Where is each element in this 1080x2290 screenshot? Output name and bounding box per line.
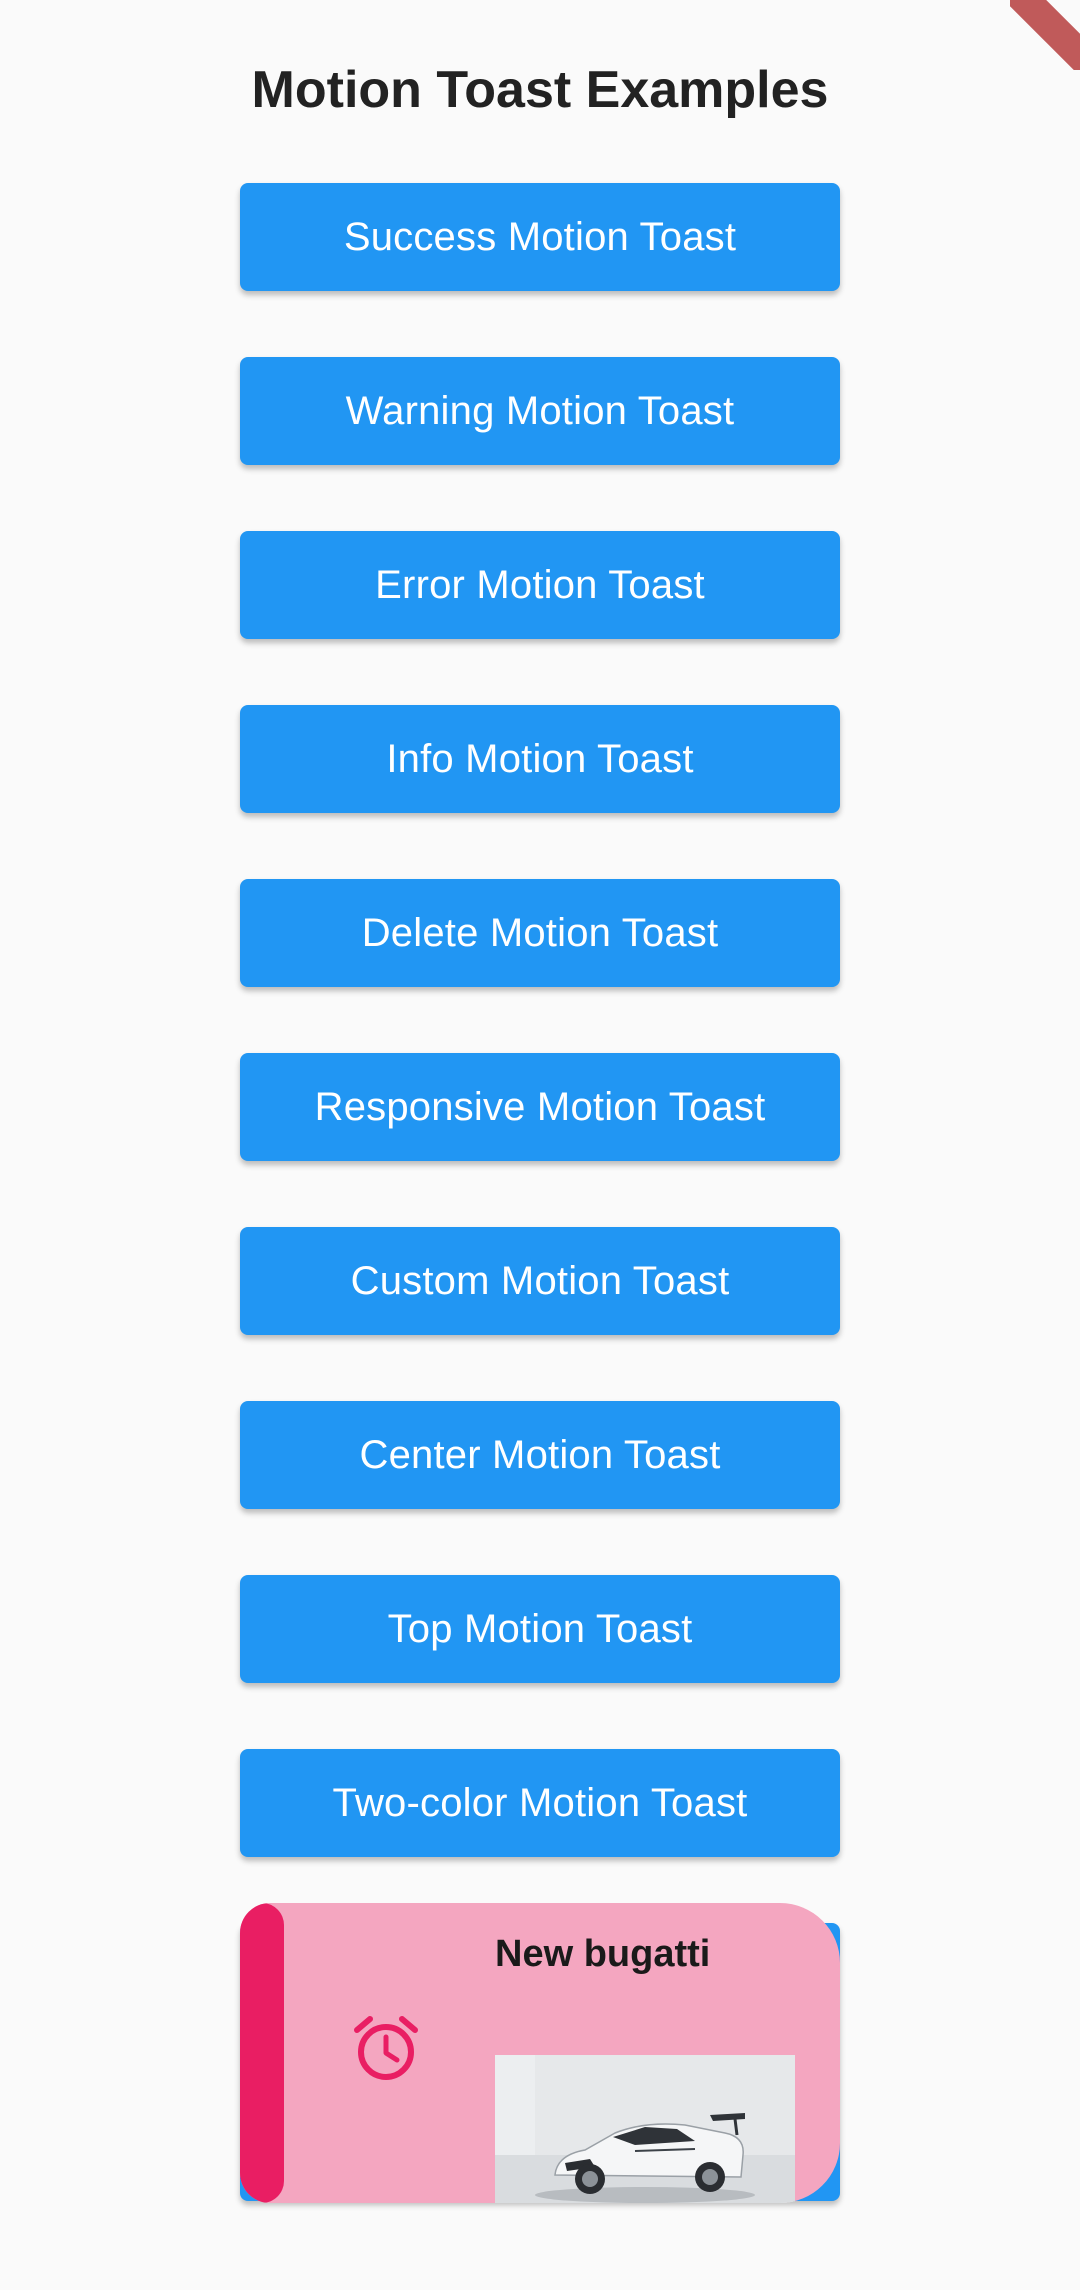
- error-motion-toast-button[interactable]: Error Motion Toast: [240, 531, 840, 639]
- car-image: [495, 2055, 795, 2203]
- custom-motion-toast-button[interactable]: Custom Motion Toast: [240, 1227, 840, 1335]
- responsive-motion-toast-button[interactable]: Responsive Motion Toast: [240, 1053, 840, 1161]
- two-color-motion-toast-button[interactable]: Two-color Motion Toast: [240, 1749, 840, 1857]
- warning-motion-toast-button[interactable]: Warning Motion Toast: [240, 357, 840, 465]
- toast-card: New bugatti: [240, 1903, 840, 2203]
- success-motion-toast-button[interactable]: Success Motion Toast: [240, 183, 840, 291]
- motion-toast: New bugatti: [240, 1903, 840, 2203]
- page-title: Motion Toast Examples: [251, 61, 829, 119]
- toast-title: New bugatti: [495, 1933, 711, 1975]
- info-motion-toast-button[interactable]: Info Motion Toast: [240, 705, 840, 813]
- delete-motion-toast-button[interactable]: Delete Motion Toast: [240, 879, 840, 987]
- center-motion-toast-button[interactable]: Center Motion Toast: [240, 1401, 840, 1509]
- top-motion-toast-button[interactable]: Top Motion Toast: [240, 1575, 840, 1683]
- toast-accent-bar: [240, 1903, 284, 2203]
- alarm-clock-icon: [350, 2013, 422, 2085]
